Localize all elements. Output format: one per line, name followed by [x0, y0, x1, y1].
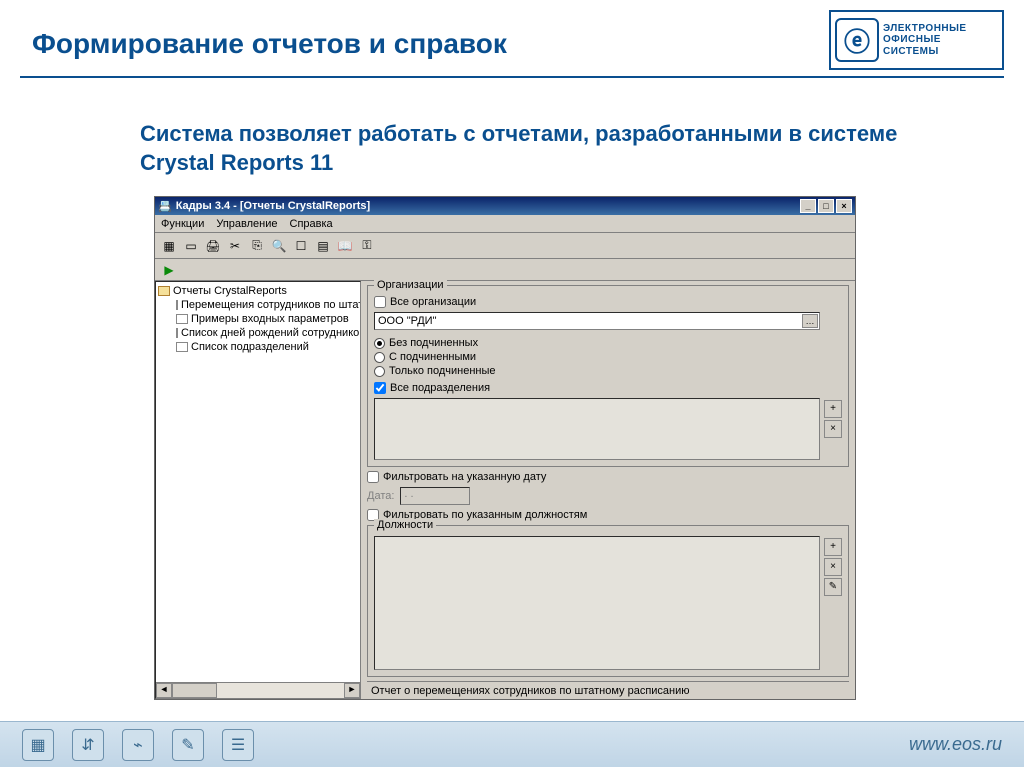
footer-icon-1: ▦ [22, 729, 54, 761]
radio-icon [374, 352, 385, 363]
tree-root[interactable]: Отчеты CrystalReports [158, 284, 358, 298]
toolbar-cut-icon[interactable]: ✂ [225, 236, 245, 256]
tree-item-3[interactable]: Список подразделений [158, 340, 358, 354]
scroll-thumb[interactable] [172, 683, 217, 698]
tree-item-label: Примеры входных параметров [191, 313, 349, 325]
edit-pos-button[interactable]: ✎ [824, 578, 842, 596]
org-groupbox: Организации Все организации ООО "РДИ" … … [367, 285, 849, 467]
header-divider [20, 76, 1004, 78]
radio-with-sub[interactable]: С подчиненными [374, 350, 820, 364]
radio-label: Только подчиненные [389, 365, 496, 377]
date-row: Дата: . . [367, 487, 849, 505]
brand-logo: ⓔ ЭЛЕКТРОННЫЕ ОФИСНЫЕ СИСТЕМЫ [829, 10, 1004, 70]
logo-line3: СИСТЕМЫ [883, 46, 967, 58]
menubar: Функции Управление Справка [155, 215, 855, 233]
tree-item-label: Список дней рождений сотрудников с вы [181, 327, 361, 339]
add-pos-button[interactable]: + [824, 538, 842, 556]
report-icon [176, 300, 178, 310]
tree-item-label: Перемещения сотрудников по штатному [181, 299, 361, 311]
close-button[interactable]: × [836, 199, 852, 213]
toolbar-btn-2[interactable]: ▭ [181, 236, 201, 256]
statusbar: Отчет о перемещениях сотрудников по штат… [367, 681, 849, 699]
tree-item-label: Список подразделений [191, 341, 309, 353]
radio-icon [374, 338, 385, 349]
window-title: Кадры 3.4 - [Отчеты CrystalReports] [176, 200, 371, 212]
toolbar-print-icon[interactable]: 🖨 [203, 236, 223, 256]
logo-text: ЭЛЕКТРОННЫЕ ОФИСНЫЕ СИСТЕМЫ [883, 23, 967, 58]
footer-icon-2: ⇵ [72, 729, 104, 761]
app-window: 📇 Кадры 3.4 - [Отчеты CrystalReports] _ … [154, 196, 856, 700]
positions-group-label: Должности [374, 519, 436, 531]
org-group-label: Организации [374, 279, 447, 291]
scroll-left-icon[interactable]: ◄ [156, 683, 172, 698]
scroll-right-icon[interactable]: ► [344, 683, 360, 698]
org-value: ООО "РДИ" [378, 315, 437, 327]
tree-hscrollbar[interactable]: ◄ ► [156, 682, 360, 698]
date-input[interactable]: . . [400, 487, 470, 505]
toolbar-btn-7[interactable]: ☐ [291, 236, 311, 256]
report-icon [176, 328, 178, 338]
all-departments-checkbox[interactable]: Все подразделения [374, 382, 820, 394]
maximize-button[interactable]: □ [818, 199, 834, 213]
remove-dept-button[interactable]: × [824, 420, 842, 438]
footer-icon-5: ☰ [222, 729, 254, 761]
departments-list[interactable] [374, 398, 820, 460]
footer-icon-4: ✎ [172, 729, 204, 761]
date-label: Дата: [367, 490, 394, 502]
report-tree[interactable]: Отчеты CrystalReports Перемещения сотруд… [155, 281, 361, 699]
footer-url: www.eos.ru [909, 734, 1002, 755]
radio-no-sub[interactable]: Без подчиненных [374, 336, 820, 350]
report-icon [176, 342, 188, 352]
add-dept-button[interactable]: + [824, 400, 842, 418]
all-orgs-label: Все организации [390, 296, 476, 308]
remove-pos-button[interactable]: × [824, 558, 842, 576]
filter-positions-checkbox[interactable]: Фильтровать по указанным должностям [367, 509, 849, 521]
folder-icon [158, 286, 170, 296]
radio-only-sub[interactable]: Только подчиненные [374, 364, 820, 378]
app-icon: 📇 [158, 200, 172, 213]
run-report-icon[interactable]: ▶ [159, 260, 179, 280]
toolbar-btn-1[interactable]: ▦ [159, 236, 179, 256]
menu-functions[interactable]: Функции [161, 218, 204, 230]
toolbar: ▦ ▭ 🖨 ✂ ⎘ 🔍 ☐ ▤ 📖 ⚿ [155, 233, 855, 259]
minimize-button[interactable]: _ [800, 199, 816, 213]
filter-date-checkbox[interactable]: Фильтровать на указанную дату [367, 471, 849, 483]
radio-icon [374, 366, 385, 377]
filter-date-label: Фильтровать на указанную дату [383, 471, 546, 483]
filter-date-input[interactable] [367, 471, 379, 483]
toolbar-book-icon[interactable]: 📖 [335, 236, 355, 256]
logo-line2: ОФИСНЫЕ [883, 34, 967, 46]
slide-subtitle: Система позволяет работать с отчетами, р… [140, 120, 964, 177]
logo-mark: ⓔ [835, 18, 879, 62]
footer-icon-3: ⌁ [122, 729, 154, 761]
all-dep-label: Все подразделения [390, 382, 490, 394]
toolbar-copy-icon[interactable]: ⎘ [247, 236, 267, 256]
all-dep-input[interactable] [374, 382, 386, 394]
radio-label: Без подчиненных [389, 337, 478, 349]
tree-item-0[interactable]: Перемещения сотрудников по штатному [158, 298, 358, 312]
report-icon [176, 314, 188, 324]
all-orgs-checkbox[interactable]: Все организации [374, 296, 820, 308]
tree-item-2[interactable]: Список дней рождений сотрудников с вы [158, 326, 358, 340]
titlebar[interactable]: 📇 Кадры 3.4 - [Отчеты CrystalReports] _ … [155, 197, 855, 215]
slide-title: Формирование отчетов и справок [32, 28, 507, 60]
all-orgs-input[interactable] [374, 296, 386, 308]
logo-line1: ЭЛЕКТРОННЫЕ [883, 23, 967, 35]
org-browse-button[interactable]: … [802, 314, 818, 328]
toolbar-search-icon[interactable]: 🔍 [269, 236, 289, 256]
positions-list[interactable] [374, 536, 820, 670]
menu-help[interactable]: Справка [290, 218, 333, 230]
menu-manage[interactable]: Управление [216, 218, 277, 230]
tree-item-1[interactable]: Примеры входных параметров [158, 312, 358, 326]
subtoolbar: ▶ [155, 259, 855, 281]
org-value-field[interactable]: ООО "РДИ" … [374, 312, 820, 330]
tree-root-label: Отчеты CrystalReports [173, 285, 287, 297]
toolbar-key-icon[interactable]: ⚿ [357, 236, 377, 256]
radio-label: С подчиненными [389, 351, 476, 363]
toolbar-btn-8[interactable]: ▤ [313, 236, 333, 256]
positions-groupbox: Должности + × ✎ [367, 525, 849, 677]
slide-footer: ▦ ⇵ ⌁ ✎ ☰ www.eos.ru [0, 721, 1024, 767]
status-text: Отчет о перемещениях сотрудников по штат… [371, 685, 690, 697]
